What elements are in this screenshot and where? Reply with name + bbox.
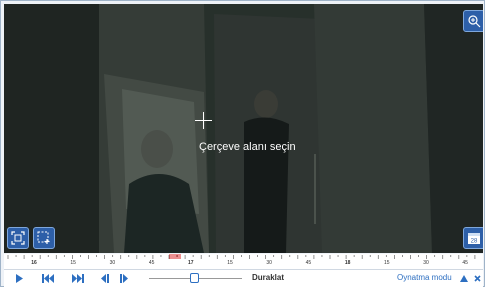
close-button[interactable] bbox=[473, 272, 482, 285]
calendar-button[interactable]: 28 bbox=[463, 227, 483, 249]
timeline-label: 16 bbox=[31, 260, 37, 266]
timeline-label: 18 bbox=[344, 260, 351, 266]
add-region-button[interactable] bbox=[33, 227, 55, 249]
skip-to-end-button[interactable] bbox=[70, 272, 86, 285]
skip-forward-icon bbox=[72, 274, 84, 283]
timeline-ruler[interactable]: 16 15 30 45 17 15 30 45 18 15 30 45 bbox=[4, 254, 483, 269]
timeline-label: 45 bbox=[148, 260, 155, 266]
timeline-label: 45 bbox=[305, 260, 312, 266]
playback-mode-link[interactable]: Oynatma modu bbox=[397, 273, 452, 282]
timeline-label: 30 bbox=[423, 260, 429, 266]
crosshair-cursor bbox=[195, 112, 212, 129]
timeline-label: 45 bbox=[462, 260, 468, 266]
timeline-label: 15 bbox=[70, 260, 76, 266]
step-forward-icon bbox=[119, 274, 128, 283]
camera-scene bbox=[4, 4, 483, 253]
close-icon bbox=[474, 275, 481, 282]
step-forward-button[interactable] bbox=[117, 272, 131, 285]
player-frame: Çerçeve alanı seçin 28 16 15 30 45 17 15 30 45 1 bbox=[0, 0, 485, 287]
chevron-up-icon bbox=[460, 275, 468, 282]
timeline-label: 30 bbox=[266, 260, 272, 266]
frame-select-button[interactable] bbox=[7, 227, 29, 249]
playback-status: Duraklat bbox=[252, 273, 285, 282]
skip-to-start-button[interactable] bbox=[40, 272, 56, 285]
add-region-icon bbox=[37, 231, 50, 244]
skip-back-icon bbox=[42, 274, 54, 283]
timeline-label: 30 bbox=[109, 260, 116, 266]
timeline-label: 15 bbox=[227, 260, 233, 266]
svg-text:28: 28 bbox=[471, 239, 478, 245]
zoom-in-icon bbox=[468, 15, 481, 28]
timeline-label: 17 bbox=[188, 260, 194, 266]
step-back-icon bbox=[100, 274, 109, 283]
zoom-in-button[interactable] bbox=[463, 10, 483, 32]
calendar-icon: 28 bbox=[468, 233, 480, 245]
select-region-hint: Çerçeve alanı seçin bbox=[199, 141, 296, 153]
frame-select-icon bbox=[11, 231, 25, 245]
speed-slider-thumb[interactable] bbox=[190, 273, 199, 283]
play-icon bbox=[16, 274, 23, 283]
step-back-button[interactable] bbox=[97, 272, 111, 285]
video-viewport[interactable]: Çerçeve alanı seçin 28 bbox=[4, 4, 483, 253]
play-button[interactable] bbox=[12, 272, 26, 285]
collapse-button[interactable] bbox=[459, 272, 469, 285]
timeline-label: 15 bbox=[384, 260, 390, 266]
playback-controls: Duraklat Oynatma modu bbox=[4, 269, 483, 287]
